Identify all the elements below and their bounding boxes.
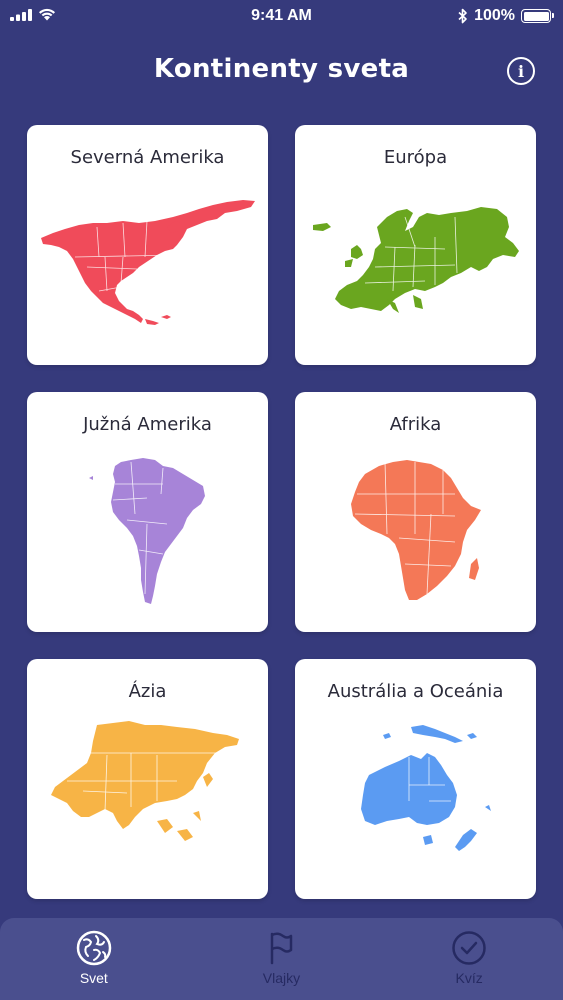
info-icon[interactable]: i xyxy=(507,57,535,85)
status-bar: 9:41 AM 100% xyxy=(0,0,563,34)
card-title: Európa xyxy=(383,147,448,168)
flag-icon xyxy=(211,930,351,966)
card-title: Severná Amerika xyxy=(70,147,225,168)
tab-kviz[interactable]: Kvíz xyxy=(399,918,539,1000)
globe-icon xyxy=(24,930,164,966)
header: Kontinenty sveta i xyxy=(0,44,563,100)
asia-shape xyxy=(51,721,239,841)
card-europe[interactable]: Európa xyxy=(295,125,536,365)
tab-svet[interactable]: Svet xyxy=(24,918,164,1000)
africa-map xyxy=(295,454,536,620)
tab-label: Vlajky xyxy=(262,970,301,986)
europe-shape xyxy=(313,207,519,313)
asia-map xyxy=(27,721,268,887)
south-america-map xyxy=(27,454,268,620)
australia-oceania-map xyxy=(295,721,536,887)
tab-vlajky[interactable]: Vlajky xyxy=(211,918,351,1000)
card-africa[interactable]: Afrika xyxy=(295,392,536,632)
bluetooth-icon xyxy=(458,8,467,24)
card-australia-oceania[interactable]: Austrália a Oceánia xyxy=(295,659,536,899)
card-title: Austrália a Oceánia xyxy=(327,681,504,702)
card-title: Ázia xyxy=(128,681,167,702)
status-right: 100% xyxy=(458,7,554,25)
tab-label: Svet xyxy=(79,970,108,986)
tab-label: Kvíz xyxy=(455,970,483,986)
card-north-america[interactable]: Severná Amerika xyxy=(27,125,268,365)
africa-shape xyxy=(351,460,481,600)
south-america-shape xyxy=(89,458,205,604)
card-asia[interactable]: Ázia xyxy=(27,659,268,899)
card-south-america[interactable]: Južná Amerika xyxy=(27,392,268,632)
australia-oceania-shape xyxy=(361,725,491,851)
card-title: Afrika xyxy=(389,414,442,435)
check-circle-icon xyxy=(399,930,539,966)
tab-bar: Svet Vlajky Kvíz xyxy=(0,918,563,1000)
continent-grid: Severná Amerika Európa Južná Amerika Afr… xyxy=(27,125,536,899)
north-america-map xyxy=(27,187,268,353)
battery-icon xyxy=(521,9,554,23)
page-title: Kontinenty sveta xyxy=(153,54,410,84)
battery-percent: 100% xyxy=(474,7,515,24)
card-title: Južná Amerika xyxy=(83,414,212,435)
north-america-shape xyxy=(41,200,255,325)
europe-map xyxy=(295,187,536,353)
